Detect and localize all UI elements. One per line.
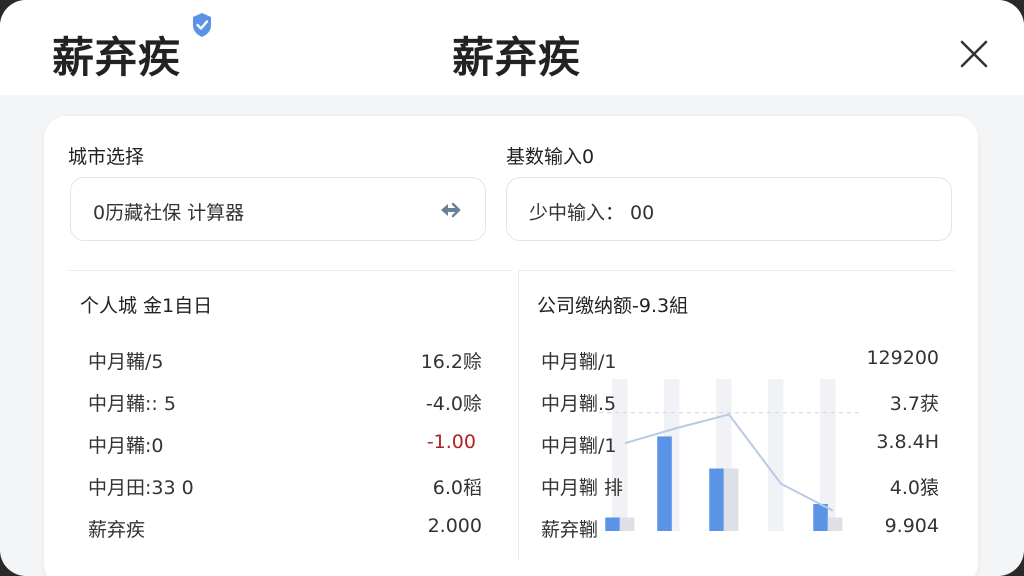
personal-row-value: 2.000 <box>427 515 482 537</box>
company-row: 中月鞩/1 3.8.4H <box>541 427 939 461</box>
personal-row-label: 中月田:33 0 <box>88 477 194 499</box>
company-row: 中月鞩.5 3.7获 <box>541 385 939 419</box>
personal-title: 个人城 金1自日 <box>80 295 213 317</box>
base-input[interactable]: 少中输入： 00 <box>506 177 952 241</box>
company-row-value: 129200 <box>866 347 939 369</box>
title-bar: 薪弃疾 薪弃疾 <box>0 0 1024 95</box>
city-label: 城市选择 <box>68 146 145 168</box>
company-row-label: 中月鞩 排 <box>541 477 624 499</box>
company-row-label: 中月鞩/1 <box>541 435 617 457</box>
personal-row: 薪弃疾 2.000 <box>88 511 482 545</box>
personal-row-label: 中月鞴:: 5 <box>88 393 176 415</box>
company-row-value: 3.7获 <box>889 393 939 415</box>
personal-row: 中月鞴:0 -1.00 <box>88 427 476 461</box>
personal-row-value: 16.2赊 <box>420 351 482 373</box>
company-panel: 公司缴纳额-9.3組 中月鞩/1 129200 中月鞩.5 3.7获 中月鞩/1… <box>518 270 954 560</box>
app-window: 薪弃疾 薪弃疾 城市选择 0历藏社保 计算器 基数输入0 少中输入： 00 个人… <box>0 0 1024 576</box>
company-row: 中月鞩 排 4.0猿 <box>541 469 939 503</box>
company-row: 中月鞩/1 129200 <box>541 343 939 377</box>
company-row-label: 薪弃鞩 <box>541 519 599 541</box>
personal-row-value: 6.0稻 <box>432 477 482 499</box>
company-row-value: 3.8.4H <box>876 431 939 453</box>
base-label: 基数输入0 <box>506 146 595 168</box>
location-arrow-icon[interactable] <box>437 198 463 222</box>
close-icon[interactable] <box>954 34 994 74</box>
personal-row: 中月田:33 0 6.0稻 <box>88 469 482 503</box>
personal-row-label: 中月鞴/5 <box>88 351 164 373</box>
base-input-value: 少中输入： 00 <box>529 202 655 224</box>
personal-row-value: -4.0赊 <box>425 393 482 415</box>
company-row-label: 中月鞩/1 <box>541 351 617 373</box>
personal-row: 中月鞴/5 16.2赊 <box>88 343 482 377</box>
city-select[interactable]: 0历藏社保 计算器 <box>70 177 486 241</box>
app-name: 薪弃疾 <box>52 33 182 82</box>
personal-panel: 个人城 金1自日 中月鞴/5 16.2赊 中月鞴:: 5 -4.0赊 中月鞴:0… <box>68 270 512 560</box>
personal-row-value: -1.00 <box>426 431 476 453</box>
window-title: 薪弃疾 <box>452 33 582 82</box>
company-row-value: 9.904 <box>884 515 939 537</box>
company-row: 薪弃鞩 9.904 <box>541 511 939 545</box>
personal-row: 中月鞴:: 5 -4.0赊 <box>88 385 482 419</box>
company-row-value: 4.0猿 <box>889 477 939 499</box>
calculator-card: 城市选择 0历藏社保 计算器 基数输入0 少中输入： 00 个人城 金1自日 中… <box>44 116 978 576</box>
personal-row-label: 中月鞴:0 <box>88 435 164 457</box>
city-select-value: 0历藏社保 计算器 <box>93 202 245 224</box>
verified-badge-icon <box>193 13 211 37</box>
company-row-label: 中月鞩.5 <box>541 393 617 415</box>
company-title: 公司缴纳额-9.3組 <box>537 295 689 317</box>
personal-row-label: 薪弃疾 <box>88 519 146 541</box>
